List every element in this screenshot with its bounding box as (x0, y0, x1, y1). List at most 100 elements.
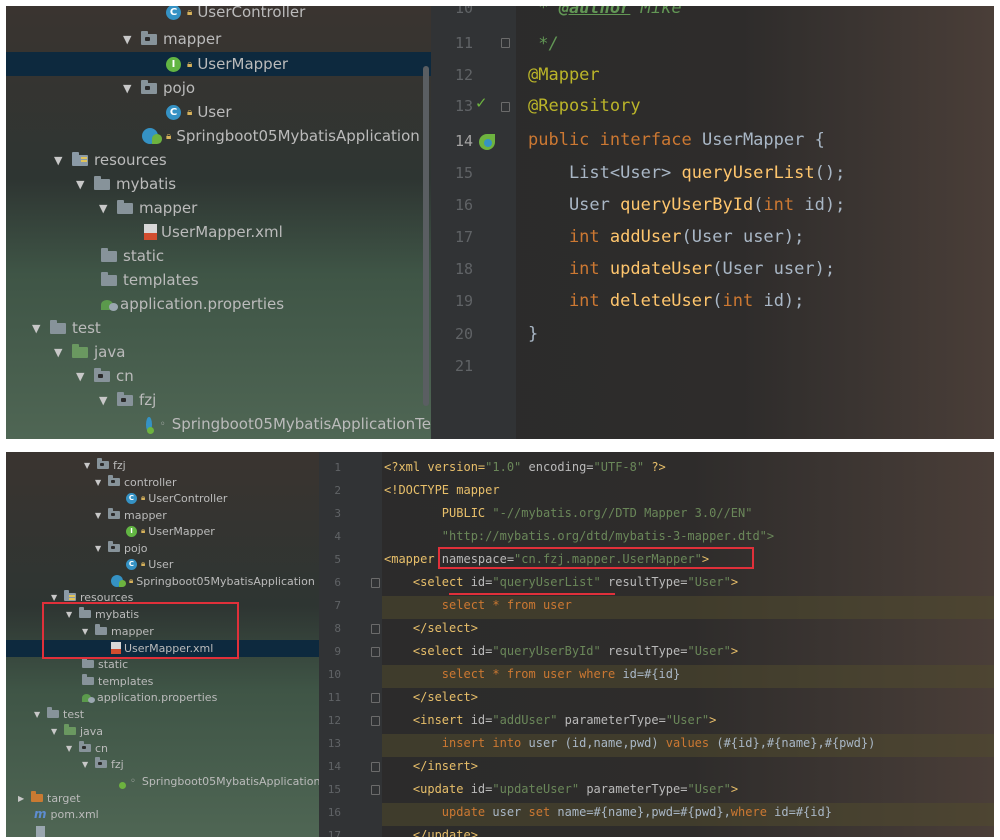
fold-marker-icon[interactable] (371, 647, 380, 657)
dot-icon: ◦ (130, 775, 136, 787)
tree-item-springboot-application[interactable]: 🔒︎ Springboot05MybatisApplication (6, 573, 319, 590)
tree-item-templates[interactable]: templates (6, 268, 431, 292)
tree-item-fzj[interactable]: ▼ fzj (6, 457, 319, 474)
code-line-6: <select id="queryUserList" resultType="U… (384, 575, 739, 589)
tree-item-usermapper[interactable]: I 🔒︎ UserMapper (6, 52, 431, 76)
expand-arrow-icon[interactable]: ▼ (54, 346, 66, 359)
spring-boot-app-icon (111, 575, 126, 588)
tree-item-target[interactable]: ▶ target (6, 790, 319, 807)
expand-arrow-icon[interactable]: ▼ (123, 82, 135, 95)
tree-item-iml[interactable] (6, 823, 319, 837)
fold-marker-icon[interactable] (371, 693, 380, 703)
tree-item-application-properties[interactable]: application.properties (6, 292, 431, 316)
expand-arrow-icon[interactable]: ▼ (95, 511, 104, 520)
tree-item-mapper-package[interactable]: ▼ mapper (6, 27, 431, 51)
tree-item-fzj[interactable]: ▼ fzj (6, 388, 431, 412)
code-line-15: List<User> queryUserList(); (528, 163, 846, 183)
tree-item-static[interactable]: static (6, 244, 431, 268)
spring-bean-icon[interactable] (479, 134, 495, 150)
expand-arrow-icon[interactable]: ▼ (66, 744, 75, 753)
line-number: 6 (334, 576, 341, 589)
lock-icon: 🔒︎ (187, 106, 193, 118)
code-line-8: </select> (384, 621, 478, 635)
lock-icon: 🔒︎ (141, 559, 146, 569)
expand-arrow-icon[interactable]: ▼ (82, 760, 91, 769)
folder-icon (101, 271, 117, 286)
line-number: 14 (327, 760, 341, 773)
lock-icon: 🔒︎ (141, 493, 146, 503)
tree-item-templates[interactable]: templates (6, 673, 319, 690)
tree-item-pom-xml[interactable]: m pom.xml (6, 806, 319, 823)
expand-arrow-icon[interactable]: ▼ (32, 322, 44, 335)
fold-marker-icon[interactable] (371, 624, 380, 634)
tree-item-resources[interactable]: ▼ resources (6, 148, 431, 172)
bean-check-icon[interactable]: ✓ (475, 94, 488, 112)
expand-arrow-icon[interactable]: ▼ (76, 178, 88, 191)
tree-item-cn[interactable]: ▼ cn (6, 740, 319, 757)
tree-scrollbar[interactable] (423, 66, 429, 406)
tree-item-springboot-application[interactable]: 🔒︎ Springboot05MybatisApplication (6, 124, 431, 148)
fold-marker-icon[interactable] (501, 102, 510, 112)
expand-arrow-icon[interactable]: ▼ (54, 154, 66, 167)
expand-arrow-icon[interactable]: ▼ (95, 544, 104, 553)
package-icon (108, 508, 120, 520)
line-number: 17 (454, 228, 473, 246)
fold-marker-icon[interactable] (371, 762, 380, 772)
tree-item-mapper-package[interactable]: ▼ mapper (6, 507, 319, 524)
line-number: 12 (454, 66, 473, 84)
tree-item-user[interactable]: C 🔒︎ User (6, 100, 431, 124)
tree-item-mybatis[interactable]: ▼ mybatis (6, 172, 431, 196)
tree-item-pojo-package[interactable]: ▼ pojo (6, 76, 431, 100)
fold-marker-icon[interactable] (371, 785, 380, 795)
folder-icon (50, 319, 66, 334)
expand-arrow-icon[interactable]: ▼ (99, 202, 111, 215)
tree-item-cn[interactable]: ▼ cn (6, 364, 431, 388)
line-number: 20 (454, 325, 473, 343)
tree-item-application-properties[interactable]: application.properties (6, 689, 319, 706)
package-icon (95, 757, 107, 769)
expand-arrow-icon[interactable]: ▼ (51, 727, 60, 736)
tree-item-fzj-test[interactable]: ▼ fzj (6, 756, 319, 773)
code-line-19: int deleteUser(int id); (528, 291, 805, 311)
collapse-arrow-icon[interactable]: ▶ (18, 794, 27, 803)
expand-arrow-icon[interactable]: ▼ (84, 461, 93, 470)
tree-item-test-class[interactable]: ◦ Springboot05MybatisApplicationTe (6, 773, 319, 790)
tree-item-java[interactable]: ▼ java (6, 340, 431, 364)
interface-icon: I (166, 56, 181, 72)
line-number: 4 (334, 530, 341, 543)
tree-item-test[interactable]: ▼ test (6, 706, 319, 723)
tree-item-usercontroller[interactable]: C 🔒︎ UserController (6, 6, 431, 24)
tree-item-controller[interactable]: ▼ controller (6, 474, 319, 491)
code-editor-java[interactable]: 10 11 12 13 14 15 16 17 18 19 20 21 ✓ * … (431, 6, 994, 439)
fold-marker-icon[interactable] (501, 38, 510, 48)
expand-arrow-icon[interactable]: ▼ (51, 593, 60, 602)
code-line-3: PUBLIC "-//mybatis.org//DTD Mapper 3.0//… (384, 506, 753, 520)
tree-item-usermapper-xml[interactable]: UserMapper.xml (6, 220, 431, 244)
line-number: 13 (327, 737, 341, 750)
tree-item-usermapper[interactable]: I 🔒︎ UserMapper (6, 523, 319, 540)
tree-item-pojo-package[interactable]: ▼ pojo (6, 540, 319, 557)
expand-arrow-icon[interactable]: ▼ (95, 478, 104, 487)
tree-item-user[interactable]: C 🔒︎ User (6, 556, 319, 573)
package-icon (97, 458, 109, 470)
fold-marker-icon[interactable] (371, 716, 380, 726)
code-line-16: update user set name=#{name},pwd=#{pwd},… (384, 805, 832, 819)
expand-arrow-icon[interactable]: ▼ (34, 710, 43, 719)
expand-arrow-icon[interactable]: ▼ (76, 370, 88, 383)
tree-item-mapper-folder[interactable]: ▼ mapper (6, 196, 431, 220)
code-editor-xml[interactable]: 1 2 3 4 5 6 7 8 9 10 11 12 13 14 15 16 1… (319, 452, 994, 837)
lock-icon: 🔒︎ (166, 130, 172, 142)
tree-item-java[interactable]: ▼ java (6, 723, 319, 740)
test-class-icon (146, 416, 154, 434)
expand-arrow-icon[interactable]: ▼ (99, 394, 111, 407)
code-line-2: <!DOCTYPE mapper (384, 483, 500, 497)
expand-arrow-icon[interactable]: ▼ (123, 33, 135, 46)
line-number: 11 (454, 34, 473, 52)
fold-marker-icon[interactable] (371, 578, 380, 588)
tree-item-test[interactable]: ▼ test (6, 316, 431, 340)
tree-item-test-class[interactable]: ◦ Springboot05MybatisApplicationTe (6, 412, 431, 436)
line-number: 18 (454, 260, 473, 278)
line-number: 16 (327, 806, 341, 819)
top-ide-screenshot: C 🔒︎ UserController ▼ mapper I 🔒︎ UserMapp… (6, 6, 994, 439)
tree-item-usercontroller[interactable]: C 🔒︎ UserController (6, 490, 319, 507)
